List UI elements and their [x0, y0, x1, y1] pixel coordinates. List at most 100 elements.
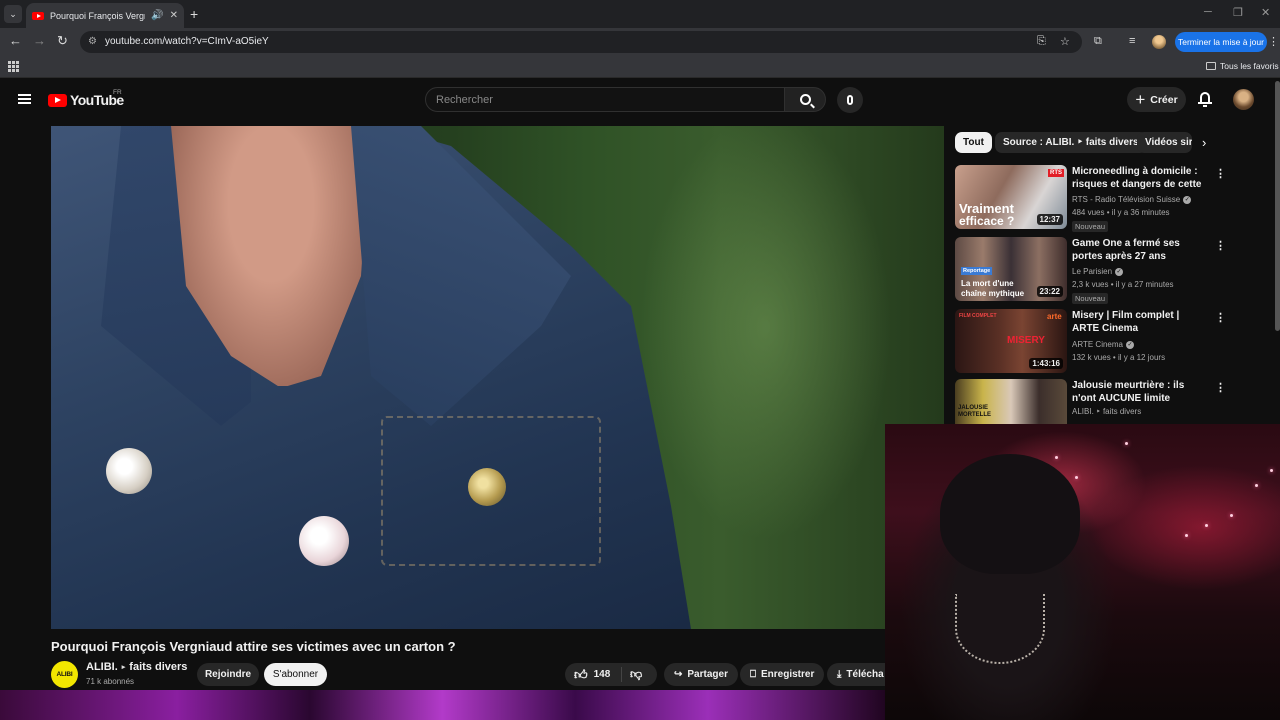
folder-icon	[1206, 62, 1216, 70]
recommendation-title[interactable]: Misery | Film complet | ARTE Cinema	[1072, 309, 1202, 335]
more-options-icon[interactable]: ⋮	[1215, 167, 1226, 180]
browser-tabstrip: ⌄ Pourquoi François Vergniaud 🔊 ✕ + ─ ❐ …	[0, 0, 1280, 28]
apps-grid-icon[interactable]	[8, 61, 19, 72]
download-icon: ⤓	[837, 669, 842, 680]
download-label: Téléchа	[846, 669, 884, 680]
bookmarks-bar: Tous les favoris	[0, 56, 1280, 78]
channel-name-text: ALIBI.	[86, 661, 118, 673]
recommendation-thumbnail[interactable]: RTS Vraiment efficace ? 12:37	[955, 165, 1067, 229]
reload-icon[interactable]: ↻	[57, 33, 68, 49]
recommendation-item[interactable]: Reportage La mort d'une chaîne mythique …	[955, 237, 1255, 304]
thumbs-down-icon: 👎︎	[630, 667, 643, 681]
window-close-icon[interactable]: ✕	[1261, 6, 1270, 19]
share-button[interactable]: ↪ Partager	[664, 663, 738, 686]
back-icon[interactable]: ←	[9, 33, 22, 48]
youtube-play-icon	[48, 93, 67, 107]
tab-close-icon[interactable]: ✕	[170, 10, 178, 21]
channel-label: ALIBI. ‣ faits divers	[1072, 407, 1142, 416]
chip-all[interactable]: Tout	[955, 132, 992, 153]
channel-name[interactable]: ALIBI. ▸ faits divers	[86, 661, 187, 673]
create-button[interactable]: + Créer	[1127, 87, 1186, 112]
browser-menu-icon[interactable]: ⋮	[1268, 35, 1279, 48]
voice-search-button[interactable]	[837, 87, 863, 113]
browser-tab[interactable]: Pourquoi François Vergniaud 🔊 ✕	[26, 3, 184, 28]
chip-similar[interactable]: Vidéos sir	[1137, 132, 1192, 153]
restore-icon[interactable]: ❐	[1233, 6, 1243, 19]
browser-toolbar: ← → ↻ ⚙ youtube.com/watch?v=CImV-aO5ieY …	[0, 28, 1280, 56]
search-box[interactable]	[425, 87, 785, 112]
tab-title: Pourquoi François Vergniaud	[50, 10, 145, 21]
recommendation-thumbnail[interactable]: FILM COMPLET arte MISERY 1:43:16	[955, 309, 1067, 373]
more-options-icon[interactable]: ⋮	[1215, 311, 1226, 324]
channel-avatar[interactable]: ALIBI	[51, 661, 78, 688]
recommendation-channel[interactable]: ARTE Cinema ✓	[1072, 340, 1134, 349]
thumb-text-2: efficace ?	[959, 214, 1015, 228]
video-player[interactable]	[51, 126, 944, 629]
recommendation-title[interactable]: Jalousie meurtrière : ils n'ont AUCUNE l…	[1072, 379, 1202, 405]
thumb-text-1: FILM COMPLET	[959, 313, 997, 319]
bookmark-icon: ⎕	[750, 669, 756, 680]
separator-icon: ▸	[121, 664, 126, 671]
reading-list-icon[interactable]: ≡	[1129, 35, 1135, 47]
thumb-logo: arte	[1047, 312, 1062, 321]
more-options-icon[interactable]: ⋮	[1215, 239, 1226, 252]
recommendation-title[interactable]: Game One a fermé ses portes après 27 ans…	[1072, 237, 1202, 263]
tab-search-button[interactable]: ⌄	[4, 5, 22, 23]
thumb-text-2: MISERY	[1007, 335, 1045, 346]
streamer-silhouette	[900, 444, 1140, 720]
country-code: FR	[113, 89, 122, 96]
menu-icon[interactable]	[18, 94, 31, 104]
user-avatar[interactable]	[1233, 89, 1254, 110]
thumb-text-2: chaîne mythique	[961, 289, 1025, 298]
notifications-bell-icon[interactable]	[1198, 91, 1212, 107]
thumb-text-1: La mort d'une	[961, 279, 1014, 288]
new-badge: Nouveau	[1072, 293, 1109, 304]
like-dislike-bar: 👍︎ 148 👎︎	[565, 663, 657, 686]
new-tab-button[interactable]: +	[190, 6, 198, 22]
channel-label: ARTE Cinema	[1072, 340, 1123, 349]
recommendation-item[interactable]: FILM COMPLET arte MISERY 1:43:16 Misery …	[955, 309, 1255, 373]
dislike-button[interactable]: 👎︎	[622, 667, 642, 682]
verified-icon: ✓	[1115, 267, 1124, 276]
subscriber-count: 71 k abonnés	[86, 677, 135, 686]
channel-label: RTS - Radio Télévision Suisse	[1072, 195, 1181, 204]
subscribe-button[interactable]: S'abonner	[264, 663, 327, 686]
search-button[interactable]	[784, 87, 826, 112]
like-button[interactable]: 👍︎ 148	[565, 667, 622, 682]
save-button[interactable]: ⎕ Enregistrer	[740, 663, 825, 686]
speaker-icon[interactable]: 🔊	[151, 10, 163, 21]
recommendation-title[interactable]: Microneedling à domicile : risques et da…	[1072, 165, 1202, 191]
page-scrollbar[interactable]	[1275, 81, 1280, 331]
address-bar[interactable]: ⚙ youtube.com/watch?v=CImV-aO5ieY ⎘ ☆	[80, 31, 1082, 53]
search-icon	[799, 94, 811, 105]
recommendation-channel[interactable]: RTS - Radio Télévision Suisse ✓	[1072, 195, 1192, 204]
profile-avatar[interactable]	[1152, 35, 1166, 49]
minimize-icon[interactable]: ─	[1204, 6, 1212, 18]
join-button[interactable]: Rejoindre	[197, 663, 259, 686]
search-input[interactable]	[436, 93, 784, 106]
thumbs-up-icon: 👍︎	[574, 666, 588, 682]
verified-icon: ✓	[1125, 340, 1134, 349]
install-app-icon[interactable]: ⎘	[1037, 35, 1046, 48]
recommendation-thumbnail[interactable]: Reportage La mort d'une chaîne mythique …	[955, 237, 1067, 301]
chip-source[interactable]: Source : ALIBI. ‣ faits divers	[995, 132, 1147, 153]
recommendation-channel[interactable]: ALIBI. ‣ faits divers	[1072, 407, 1141, 416]
chevron-right-icon[interactable]: ›	[1202, 135, 1206, 150]
url-text[interactable]: youtube.com/watch?v=CImV-aO5ieY	[105, 36, 269, 47]
recommendation-meta: 132 k vues • il y a 12 jours	[1072, 353, 1166, 362]
video-duration: 1:43:16	[1029, 358, 1063, 369]
site-info-icon[interactable]: ⚙	[88, 36, 97, 47]
microphone-icon	[847, 95, 853, 105]
recommendation-channel[interactable]: Le Parisien ✓	[1072, 267, 1124, 276]
recommendation-item[interactable]: RTS Vraiment efficace ? 12:37 Microneedl…	[955, 165, 1255, 232]
more-options-icon[interactable]: ⋮	[1215, 381, 1226, 394]
extensions-icon[interactable]: ⧉	[1094, 35, 1102, 48]
next-content-preview	[0, 690, 885, 720]
download-button[interactable]: ⤓ Téléchа	[827, 663, 885, 686]
bookmark-star-icon[interactable]: ☆	[1060, 35, 1070, 48]
share-icon: ↪	[674, 669, 683, 680]
forward-icon[interactable]: →	[33, 33, 46, 48]
create-label: Créer	[1150, 93, 1178, 106]
update-button[interactable]: Terminer la mise à jour	[1175, 32, 1267, 52]
all-bookmarks-button[interactable]: Tous les favoris	[1206, 61, 1279, 71]
